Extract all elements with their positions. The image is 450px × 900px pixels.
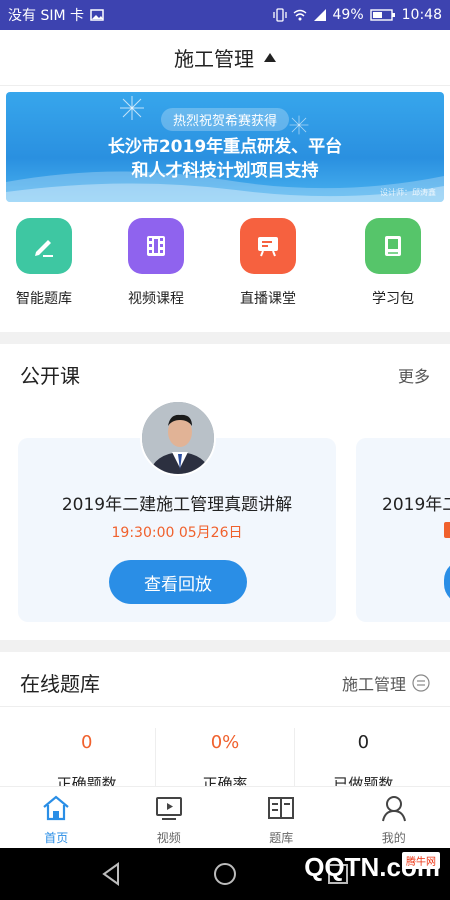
wifi-icon bbox=[293, 9, 306, 21]
quick-item-label: 智能题库 bbox=[16, 291, 72, 307]
firework-icon bbox=[120, 96, 144, 120]
replay-button[interactable]: 查看回放 bbox=[109, 560, 247, 604]
tab-profile[interactable]: 我的 bbox=[338, 787, 450, 848]
tab-video[interactable]: 视频 bbox=[113, 787, 226, 848]
home-button-icon[interactable] bbox=[213, 862, 237, 886]
banner-headline-1: 长沙市2019年重点研发、平台 bbox=[107, 137, 343, 157]
quick-item-live-class[interactable]: 直播课堂 bbox=[223, 218, 313, 308]
watermark-badge: 腾牛网 bbox=[402, 852, 440, 869]
course-card[interactable]: 2019年二 bbox=[356, 438, 450, 622]
quick-menu: 智能题库 视频课程 直播课堂 学习包 bbox=[0, 218, 450, 318]
open-course-title: 公开课 bbox=[20, 364, 80, 388]
pencil-icon bbox=[16, 218, 72, 274]
film-icon bbox=[128, 218, 184, 274]
quick-item-smart-bank[interactable]: 智能题库 bbox=[0, 218, 89, 308]
tab-label: 我的 bbox=[381, 831, 406, 845]
section-divider bbox=[0, 332, 450, 344]
tab-label: 视频 bbox=[156, 831, 181, 845]
tab-label: 首页 bbox=[44, 831, 69, 845]
subject-switch[interactable]: 施工管理 bbox=[342, 671, 430, 695]
video-icon bbox=[155, 797, 182, 820]
subject-selector[interactable]: 施工管理 bbox=[0, 30, 450, 86]
section-divider-line bbox=[0, 706, 450, 707]
banner-pill: 热烈祝贺希赛获得 bbox=[160, 108, 290, 131]
switch-icon bbox=[412, 674, 430, 692]
back-icon[interactable] bbox=[100, 862, 122, 886]
tab-home[interactable]: 首页 bbox=[0, 787, 113, 848]
quick-item-label: 视频课程 bbox=[128, 291, 184, 307]
more-label: 更多 bbox=[397, 367, 430, 386]
replay-button[interactable] bbox=[444, 560, 450, 604]
quick-item-video-course[interactable]: 视频课程 bbox=[111, 218, 201, 308]
banner-headline-2: 和人才科技计划项目支持 bbox=[131, 161, 319, 181]
home-icon bbox=[43, 795, 69, 821]
quick-item-study-pack[interactable]: 学习包 bbox=[348, 218, 438, 308]
clock: 10:48 bbox=[401, 7, 442, 23]
book-icon bbox=[365, 218, 421, 274]
status-bar: 没有 SIM 卡 49% 10:48 bbox=[0, 0, 450, 30]
banner-credit: 设计师：邱涛鑫 bbox=[380, 188, 436, 197]
open-course-more-link[interactable]: 更多 bbox=[398, 363, 430, 387]
quick-item-label: 学习包 bbox=[372, 291, 414, 307]
vibrate-icon bbox=[272, 8, 287, 22]
section-divider bbox=[0, 640, 450, 652]
promo-banner[interactable]: 热烈祝贺希赛获得 长沙市2019年重点研发、平台 和人才科技计划项目支持 设计师… bbox=[6, 92, 444, 202]
course-title: 2019年二 bbox=[382, 495, 450, 515]
question-bank-icon bbox=[268, 797, 295, 819]
question-bank-title: 在线题库 bbox=[20, 672, 100, 696]
page-title: 施工管理 bbox=[174, 47, 254, 71]
course-time bbox=[444, 522, 450, 538]
course-title: 2019年二建施工管理真题讲解 bbox=[61, 495, 293, 515]
stat-value: 0% bbox=[210, 732, 240, 753]
caret-up-icon bbox=[264, 53, 276, 62]
battery-icon bbox=[369, 9, 395, 21]
quick-item-label: 直播课堂 bbox=[240, 291, 296, 307]
image-notification-icon bbox=[90, 9, 104, 21]
broadcast-board-icon bbox=[240, 218, 296, 274]
stat-value: 0 bbox=[80, 732, 93, 753]
subject-label: 施工管理 bbox=[341, 675, 406, 694]
signal-icon bbox=[313, 9, 326, 21]
bottom-tab-bar: 首页 视频 题库 我的 bbox=[0, 786, 450, 848]
teacher-avatar bbox=[140, 400, 216, 476]
tab-question-bank[interactable]: 题库 bbox=[225, 787, 338, 848]
stat-value: 0 bbox=[357, 732, 370, 753]
carrier-label: 没有 SIM 卡 bbox=[8, 8, 84, 24]
course-time: 19:30:00 05月26日 bbox=[111, 525, 243, 541]
battery-percent: 49% bbox=[332, 7, 364, 23]
tab-label: 题库 bbox=[269, 831, 294, 845]
profile-icon bbox=[381, 796, 406, 822]
